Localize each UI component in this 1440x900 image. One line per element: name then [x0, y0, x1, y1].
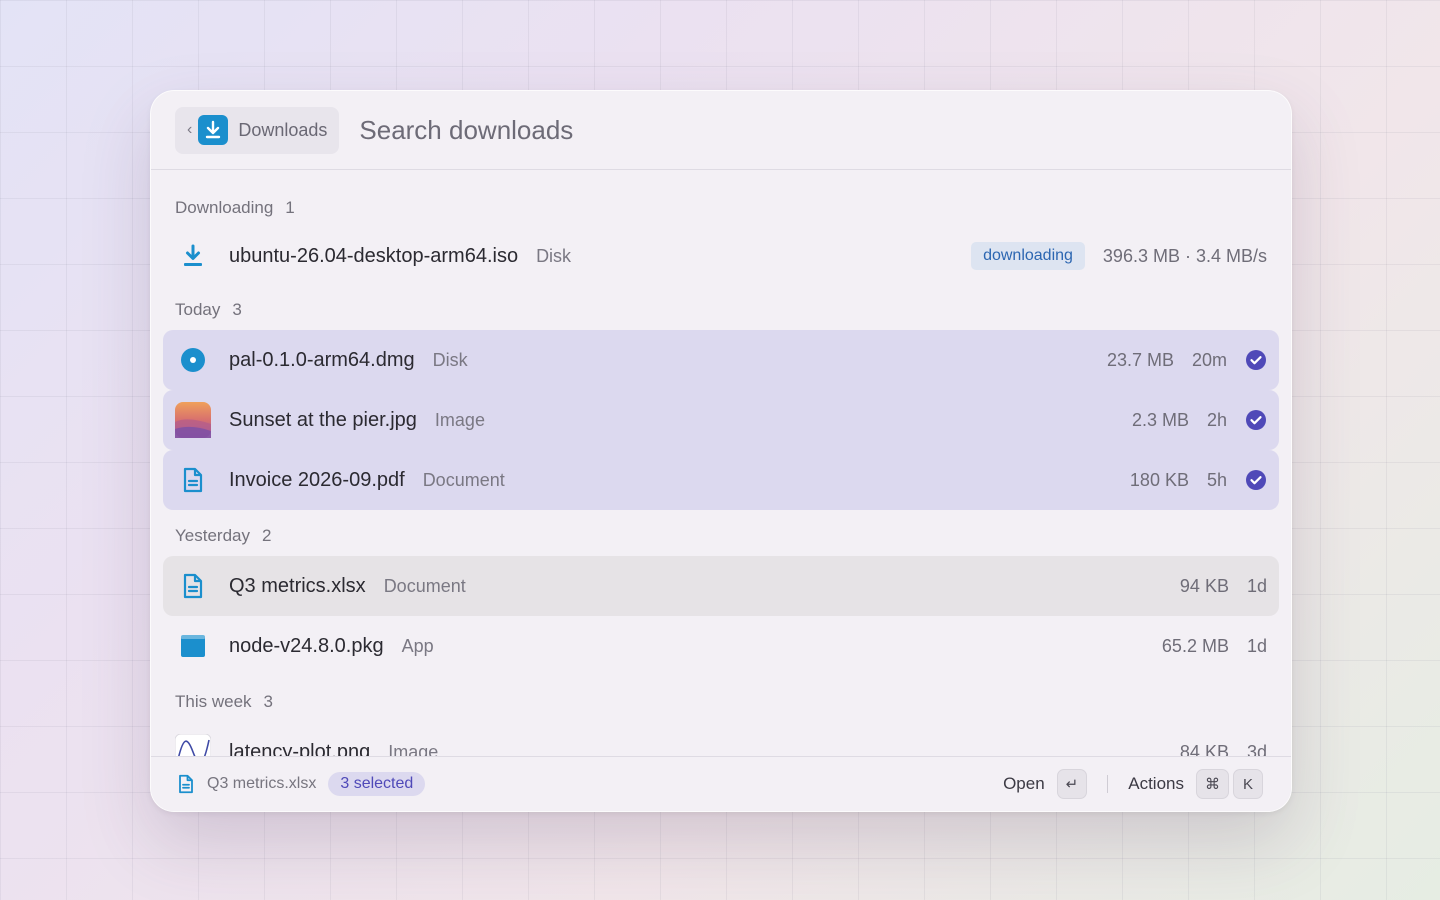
- file-name: node-v24.8.0.pkg: [229, 634, 384, 657]
- checkmark-icon[interactable]: [1245, 469, 1267, 491]
- disk-icon: [175, 342, 211, 378]
- file-type: Disk: [536, 245, 572, 266]
- file-name: pal-0.1.0-arm64.dmg: [229, 348, 415, 371]
- file-age: 2h: [1206, 409, 1227, 430]
- footer-bar: Q3 metrics.xlsx 3 selected Open ↵ Action…: [151, 756, 1291, 811]
- command-key-icon: ⌘: [1196, 769, 1229, 799]
- document-icon: [175, 568, 211, 604]
- section-header-downloading: Downloading 1: [163, 188, 1279, 228]
- download-progress-text: 396.3 MB · 3.4 MB/s: [1102, 245, 1267, 266]
- actions-button[interactable]: Actions: [1128, 774, 1184, 794]
- document-icon: [177, 774, 195, 794]
- list-item[interactable]: Invoice 2026-09.pdf Document 180 KB 5h: [163, 450, 1279, 510]
- selection-count-badge: 3 selected: [328, 772, 426, 796]
- file-name: Sunset at the pier.jpg: [229, 408, 417, 431]
- open-button[interactable]: Open: [1003, 774, 1045, 794]
- file-type: Image: [434, 409, 485, 430]
- file-name: Invoice 2026-09.pdf: [229, 468, 405, 491]
- list-item-downloading[interactable]: ubuntu-26.04-desktop-arm64.iso Disk down…: [163, 228, 1279, 284]
- file-size: 65.2 MB: [1161, 635, 1229, 656]
- list-item[interactable]: Sunset at the pier.jpg Image 2.3 MB 2h: [163, 390, 1279, 450]
- section-header-today: Today 3: [163, 290, 1279, 330]
- section-count: 3: [263, 692, 273, 711]
- file-type: Document: [422, 469, 505, 490]
- section-count: 2: [261, 526, 272, 545]
- breadcrumb-downloads[interactable]: ‹ Downloads: [175, 106, 340, 154]
- file-age: 5h: [1206, 469, 1227, 490]
- section-header-yesterday: Yesterday 2: [163, 516, 1279, 556]
- breadcrumb-label: Downloads: [238, 119, 328, 140]
- file-size: 94 KB: [1179, 575, 1229, 596]
- search-input[interactable]: [357, 113, 1267, 147]
- current-file-name: Q3 metrics.xlsx: [207, 775, 317, 792]
- checkmark-icon[interactable]: [1245, 409, 1267, 431]
- section-title: Yesterday: [175, 526, 250, 545]
- checkmark-icon[interactable]: [1245, 349, 1267, 371]
- file-type: App: [401, 635, 434, 656]
- list-item[interactable]: Q3 metrics.xlsx Document 94 KB 1d: [163, 556, 1279, 616]
- section-count: 3: [232, 300, 242, 319]
- status-badge: downloading: [971, 242, 1085, 270]
- return-key-icon: ↵: [1056, 769, 1088, 799]
- image-thumbnail: [175, 402, 211, 438]
- section-count: 1: [285, 198, 295, 217]
- file-age: 1d: [1246, 575, 1267, 596]
- document-icon: [175, 462, 211, 498]
- section-title: This week: [175, 692, 252, 711]
- chevron-left-icon[interactable]: ‹: [187, 121, 192, 139]
- section-header-this-week: This week 3: [163, 682, 1279, 722]
- app-icon: [175, 628, 211, 664]
- downloads-folder-icon: [198, 115, 229, 145]
- list-item[interactable]: pal-0.1.0-arm64.dmg Disk 23.7 MB 20m: [163, 330, 1279, 390]
- file-name: Q3 metrics.xlsx: [229, 574, 366, 597]
- file-name: ubuntu-26.04-desktop-arm64.iso: [229, 244, 519, 267]
- file-type: Document: [383, 575, 466, 596]
- file-size: 180 KB: [1129, 469, 1189, 490]
- downloads-window: ‹ Downloads Downloading 1 ubuntu-26.04-d…: [150, 90, 1292, 812]
- file-age: 20m: [1191, 349, 1227, 370]
- file-age: 1d: [1246, 635, 1267, 656]
- divider: [1107, 775, 1109, 793]
- section-title: Today: [175, 300, 221, 319]
- file-size: 2.3 MB: [1131, 409, 1189, 430]
- k-key: K: [1233, 769, 1263, 799]
- list-item[interactable]: node-v24.8.0.pkg App 65.2 MB 1d: [163, 616, 1279, 676]
- downloads-list[interactable]: Downloading 1 ubuntu-26.04-desktop-arm64…: [151, 170, 1291, 782]
- header: ‹ Downloads: [151, 91, 1291, 170]
- section-title: Downloading: [175, 198, 274, 217]
- file-size: 23.7 MB: [1106, 349, 1174, 370]
- download-arrow-icon: [175, 238, 211, 274]
- file-type: Disk: [432, 349, 468, 370]
